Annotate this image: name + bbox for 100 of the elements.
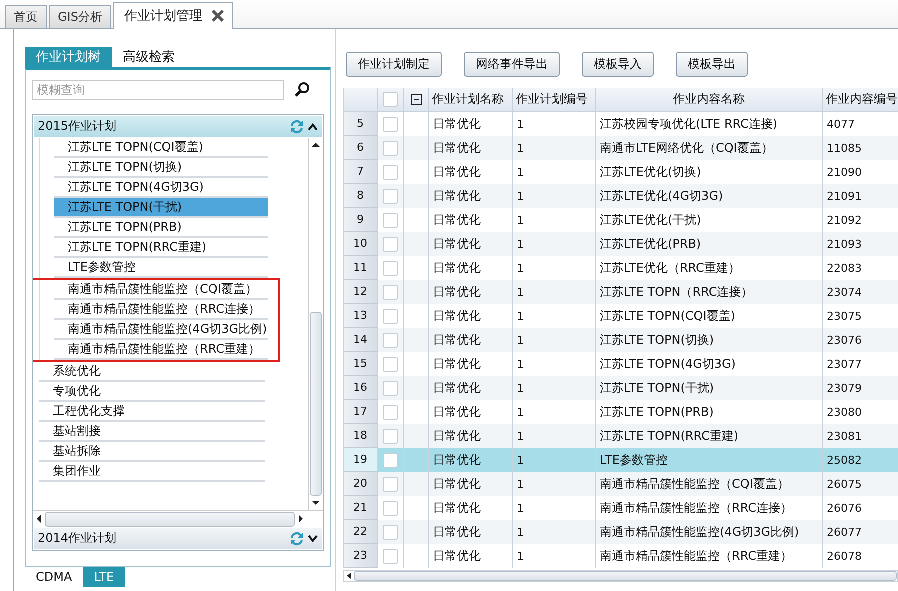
row-checkbox[interactable] — [383, 260, 398, 276]
row-checkbox[interactable] — [383, 236, 398, 252]
toolbar-button[interactable]: 作业计划制定 — [346, 52, 442, 77]
row-number: 11 — [344, 256, 378, 280]
table-cell: 江苏LTE TOPN(RRC重建) — [596, 424, 823, 448]
row-checkbox[interactable] — [383, 116, 398, 132]
tree-item[interactable]: 集团作业 — [39, 462, 265, 482]
bottom-tab[interactable]: CDMA — [25, 567, 84, 587]
row-checkbox[interactable] — [383, 452, 398, 468]
table-cell: 1 — [513, 520, 596, 544]
row-checkbox[interactable] — [383, 428, 398, 444]
row-number: 20 — [344, 472, 378, 496]
table-cell: 23076 — [823, 328, 898, 352]
chevron-icon[interactable] — [308, 534, 318, 542]
tree-item[interactable]: 南通市精品簇性能监控(4G切3G比例) — [54, 320, 268, 340]
table-cell: 日常优化 — [429, 136, 513, 160]
column-header[interactable]: 作业内容名称 — [596, 88, 823, 112]
table-cell: 1 — [513, 184, 596, 208]
toolbar-button[interactable]: 网络事件导出 — [464, 52, 560, 77]
table-cell: 1 — [513, 280, 596, 304]
vertical-scrollbar[interactable] — [308, 138, 323, 510]
tree-item[interactable]: 江苏LTE TOPN(PRB) — [54, 218, 268, 238]
select-all-checkbox[interactable] — [383, 92, 398, 107]
table-cell: 日常优化 — [429, 232, 513, 256]
row-number: 19 — [344, 448, 378, 472]
column-header[interactable]: 作业内容编号 — [823, 88, 898, 112]
tree-item[interactable]: 工程优化支撑 — [39, 402, 265, 422]
tree-item[interactable]: 基站割接 — [39, 422, 265, 442]
row-checkbox[interactable] — [383, 524, 398, 540]
tree-item[interactable]: 基站拆除 — [39, 442, 265, 462]
row-number: 21 — [344, 496, 378, 520]
scrollbar-thumb[interactable] — [354, 571, 897, 581]
table-cell: 23081 — [823, 424, 898, 448]
table-cell: 日常优化 — [429, 328, 513, 352]
horizontal-scrollbar[interactable] — [33, 510, 323, 527]
tree-item[interactable]: 江苏LTE TOPN(CQI覆盖) — [54, 138, 268, 158]
row-checkbox[interactable] — [383, 164, 398, 180]
table-cell: 南通市精品簇性能监控（RRC重建） — [596, 544, 823, 568]
search-icon[interactable] — [294, 82, 310, 98]
row-checkbox[interactable] — [383, 380, 398, 396]
table-cell: 日常优化 — [429, 544, 513, 568]
row-number: 10 — [344, 232, 378, 256]
row-checkbox[interactable] — [383, 140, 398, 156]
tab[interactable]: 作业计划管理 — [113, 2, 234, 29]
tree-item[interactable]: 江苏LTE TOPN(切换) — [54, 158, 268, 178]
tree-item[interactable]: 江苏LTE TOPN(干扰) — [54, 198, 268, 218]
table-cell: 26077 — [823, 520, 898, 544]
row-number: 9 — [344, 208, 378, 232]
column-header[interactable]: 作业计划名称 — [429, 88, 513, 112]
tab[interactable]: GIS分析 — [49, 5, 112, 28]
row-number: 23 — [344, 544, 378, 568]
row-checkbox[interactable] — [383, 332, 398, 348]
row-checkbox[interactable] — [383, 356, 398, 372]
toolbar-button[interactable]: 模板导出 — [676, 52, 748, 77]
row-number: 22 — [344, 520, 378, 544]
table-cell: 1 — [513, 232, 596, 256]
tree-item[interactable]: 南通市精品簇性能监控（RRC连接） — [54, 300, 268, 320]
row-number: 5 — [344, 112, 378, 136]
table-cell: 1 — [513, 136, 596, 160]
row-checkbox[interactable] — [383, 212, 398, 228]
row-number: 13 — [344, 304, 378, 328]
tree-item[interactable]: 南通市精品簇性能监控（RRC重建） — [54, 340, 268, 360]
table-cell: 1 — [513, 424, 596, 448]
toolbar-button[interactable]: 模板导入 — [582, 52, 654, 77]
table-cell: 1 — [513, 328, 596, 352]
row-number: 16 — [344, 376, 378, 400]
tree-item[interactable]: 专项优化 — [39, 382, 265, 402]
table-cell: 日常优化 — [429, 376, 513, 400]
row-checkbox[interactable] — [383, 308, 398, 324]
row-checkbox[interactable] — [383, 404, 398, 420]
close-icon[interactable] — [212, 10, 224, 22]
table-cell: 日常优化 — [429, 520, 513, 544]
tree-item[interactable]: 系统优化 — [39, 362, 265, 382]
row-checkbox[interactable] — [383, 548, 398, 564]
table-cell: 25082 — [823, 448, 898, 472]
table-cell: 日常优化 — [429, 424, 513, 448]
search-field[interactable]: 模糊查询 — [32, 80, 284, 100]
row-checkbox[interactable] — [383, 188, 398, 204]
row-number: 14 — [344, 328, 378, 352]
collapse-all-icon[interactable] — [410, 94, 422, 105]
tab[interactable]: 首页 — [5, 5, 47, 28]
tree-item[interactable]: 江苏LTE TOPN(RRC重建) — [54, 238, 268, 258]
column-header[interactable]: 作业计划编号 — [513, 88, 596, 112]
row-number: 17 — [344, 400, 378, 424]
tree-item[interactable]: LTE参数管控 — [54, 258, 268, 278]
scrollbar-thumb[interactable] — [45, 512, 295, 526]
panel-tab[interactable]: 高级检索 — [112, 47, 186, 67]
table-cell: LTE参数管控 — [596, 448, 823, 472]
group-header[interactable]: 2014作业计划 — [33, 527, 323, 550]
horizontal-scrollbar[interactable] — [343, 570, 898, 582]
table-cell: 日常优化 — [429, 280, 513, 304]
row-checkbox[interactable] — [383, 284, 398, 300]
row-checkbox[interactable] — [383, 476, 398, 492]
row-checkbox[interactable] — [383, 500, 398, 516]
chevron-icon[interactable] — [308, 122, 318, 130]
table-cell: 江苏LTE优化(PRB) — [596, 232, 823, 256]
tree-item[interactable]: 南通市精品簇性能监控（CQI覆盖） — [54, 280, 268, 300]
scrollbar-thumb[interactable] — [310, 312, 322, 496]
group-header[interactable]: 2015作业计划 — [33, 115, 323, 138]
table-cell: 1 — [513, 472, 596, 496]
